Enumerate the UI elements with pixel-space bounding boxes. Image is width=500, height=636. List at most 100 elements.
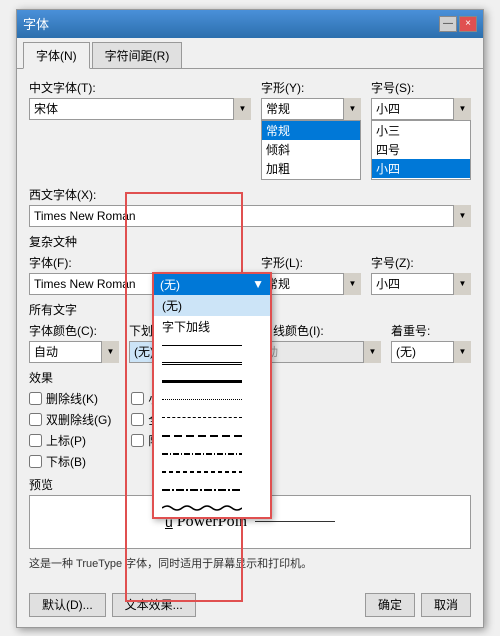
- chinese-font-input[interactable]: [29, 98, 251, 120]
- style-item-italic[interactable]: 倾斜: [262, 140, 360, 159]
- underline-double-line: [162, 362, 242, 365]
- superscript-row: 上标(P): [29, 432, 111, 449]
- size-label: 字号(S):: [371, 79, 471, 96]
- underline-preview-wavy: [162, 501, 242, 515]
- dropdown-item-dash-dot2[interactable]: [154, 481, 270, 499]
- underline-dash-dot2-line: [162, 489, 242, 491]
- underline-dashed2-line: [162, 471, 242, 473]
- underline-preview-thick: [162, 375, 242, 389]
- dropdown-item-dash-dot[interactable]: [154, 445, 270, 463]
- style-list[interactable]: 常规 倾斜 加粗: [261, 120, 361, 180]
- dropdown-item-none[interactable]: (无): [154, 295, 270, 316]
- subscript-checkbox[interactable]: [29, 455, 42, 468]
- size-item-4[interactable]: 四号: [372, 140, 470, 159]
- bottom-left-buttons: 默认(D)... 文本效果...: [29, 593, 196, 617]
- dropdown-item-dotted[interactable]: [154, 391, 270, 409]
- complex-style-group: 字形(L): ▼: [261, 254, 361, 295]
- underline-preview-single: [162, 339, 242, 353]
- western-font-select-wrapper: ▼: [29, 205, 471, 227]
- effects-left-col: 删除线(K) 双删除线(G) 上标(P) 下标(B): [29, 390, 111, 470]
- underline-preview-dashed2: [162, 465, 242, 479]
- style-item-regular[interactable]: 常规: [262, 121, 360, 140]
- font-color-group: 字体颜色(C): ▼: [29, 322, 119, 363]
- complex-section-title: 复杂文种: [29, 233, 471, 250]
- complex-size-input[interactable]: [371, 273, 471, 295]
- emphasis-select-wrapper: ▼: [391, 341, 471, 363]
- style-group: 字形(Y): ▼ 常规 倾斜 加粗: [261, 79, 361, 180]
- title-controls: — ×: [439, 16, 477, 32]
- style-label: 字形(Y):: [261, 79, 361, 96]
- underline-dashed-line: [162, 417, 242, 418]
- default-button[interactable]: 默认(D)...: [29, 593, 106, 617]
- chinese-font-select-wrapper: ▼: [29, 98, 251, 120]
- double-strikethrough-checkbox[interactable]: [29, 413, 42, 426]
- tab-spacing[interactable]: 字符间距(R): [92, 42, 183, 68]
- dropdown-item-char[interactable]: 字下加线: [154, 316, 270, 337]
- complex-font-label: 字体(F):: [29, 254, 251, 271]
- strikethrough-label: 删除线(K): [46, 390, 98, 407]
- cancel-button[interactable]: 取消: [421, 593, 471, 617]
- underline-preview-dash-long: [162, 429, 242, 443]
- size-item-small3[interactable]: 小三: [372, 121, 470, 140]
- strikethrough-checkbox[interactable]: [29, 392, 42, 405]
- style-input[interactable]: [261, 98, 361, 120]
- underline-dropdown[interactable]: (无) ▼ (无) 字下加线: [152, 272, 272, 519]
- close-button[interactable]: ×: [459, 16, 477, 32]
- underline-preview-double: [162, 357, 242, 371]
- chinese-font-label: 中文字体(T):: [29, 79, 251, 96]
- western-font-group: 西文字体(X): ▼: [29, 186, 471, 227]
- underline-dash-long-line: [162, 435, 242, 437]
- complex-style-label: 字形(L):: [261, 254, 361, 271]
- subscript-label: 下标(B): [46, 453, 86, 470]
- dropdown-header: (无) ▼: [154, 274, 270, 295]
- underline-dash-dot-line: [162, 453, 242, 455]
- underline-wavy-svg: [162, 504, 242, 512]
- dropdown-item-dashed[interactable]: [154, 409, 270, 427]
- all-caps-checkbox[interactable]: [131, 413, 144, 426]
- underline-preview-dotted: [162, 393, 242, 407]
- dropdown-item-wavy[interactable]: [154, 499, 270, 517]
- chinese-font-group: 中文字体(T): ▼: [29, 79, 251, 180]
- underline-dotted-line: [162, 399, 242, 400]
- ok-button[interactable]: 确定: [365, 593, 415, 617]
- double-strikethrough-row: 双删除线(G): [29, 411, 111, 428]
- dropdown-title: (无): [160, 276, 180, 293]
- underline-single-line: [162, 345, 242, 346]
- style-select-wrapper: ▼: [261, 98, 361, 120]
- text-effect-button[interactable]: 文本效果...: [112, 593, 196, 617]
- font-color-input[interactable]: [29, 341, 119, 363]
- font-color-label: 字体颜色(C):: [29, 322, 119, 339]
- style-item-bold[interactable]: 加粗: [262, 159, 360, 178]
- western-font-label: 西文字体(X):: [29, 186, 471, 203]
- complex-size-label: 字号(Z):: [371, 254, 471, 271]
- superscript-label: 上标(P): [46, 432, 86, 449]
- complex-style-select-wrapper: ▼: [261, 273, 361, 295]
- tab-bar: 字体(N) 字符间距(R): [17, 38, 483, 69]
- small-caps-checkbox[interactable]: [131, 392, 144, 405]
- complex-style-input[interactable]: [261, 273, 361, 295]
- emphasis-group: 着重号: ▼: [391, 322, 471, 363]
- minimize-button[interactable]: —: [439, 16, 457, 32]
- dialog-title: 字体: [23, 14, 49, 33]
- dropdown-item-single[interactable]: [154, 337, 270, 355]
- dropdown-item-double[interactable]: [154, 355, 270, 373]
- size-item-small4[interactable]: 小四: [372, 159, 470, 178]
- emphasis-input[interactable]: [391, 341, 471, 363]
- complex-size-group: 字号(Z): ▼: [371, 254, 471, 295]
- size-list[interactable]: 小三 四号 小四: [371, 120, 471, 180]
- hidden-checkbox[interactable]: [131, 434, 144, 447]
- superscript-checkbox[interactable]: [29, 434, 42, 447]
- dropdown-char-label: 字下加线: [162, 318, 210, 335]
- emphasis-label: 着重号:: [391, 322, 471, 339]
- size-input[interactable]: [371, 98, 471, 120]
- dropdown-item-dashed2[interactable]: [154, 463, 270, 481]
- western-font-input[interactable]: [29, 205, 471, 227]
- tab-font[interactable]: 字体(N): [23, 42, 90, 69]
- double-strikethrough-label: 双删除线(G): [46, 411, 111, 428]
- dropdown-item-dash-long[interactable]: [154, 427, 270, 445]
- dropdown-item-thick[interactable]: [154, 373, 270, 391]
- chinese-font-row: 中文字体(T): ▼ 字形(Y): ▼ 常规 倾斜 加粗 字: [29, 79, 471, 180]
- dropdown-none-label: (无): [162, 297, 182, 314]
- western-font-row: 西文字体(X): ▼: [29, 186, 471, 227]
- bottom-right-buttons: 确定 取消: [365, 593, 471, 617]
